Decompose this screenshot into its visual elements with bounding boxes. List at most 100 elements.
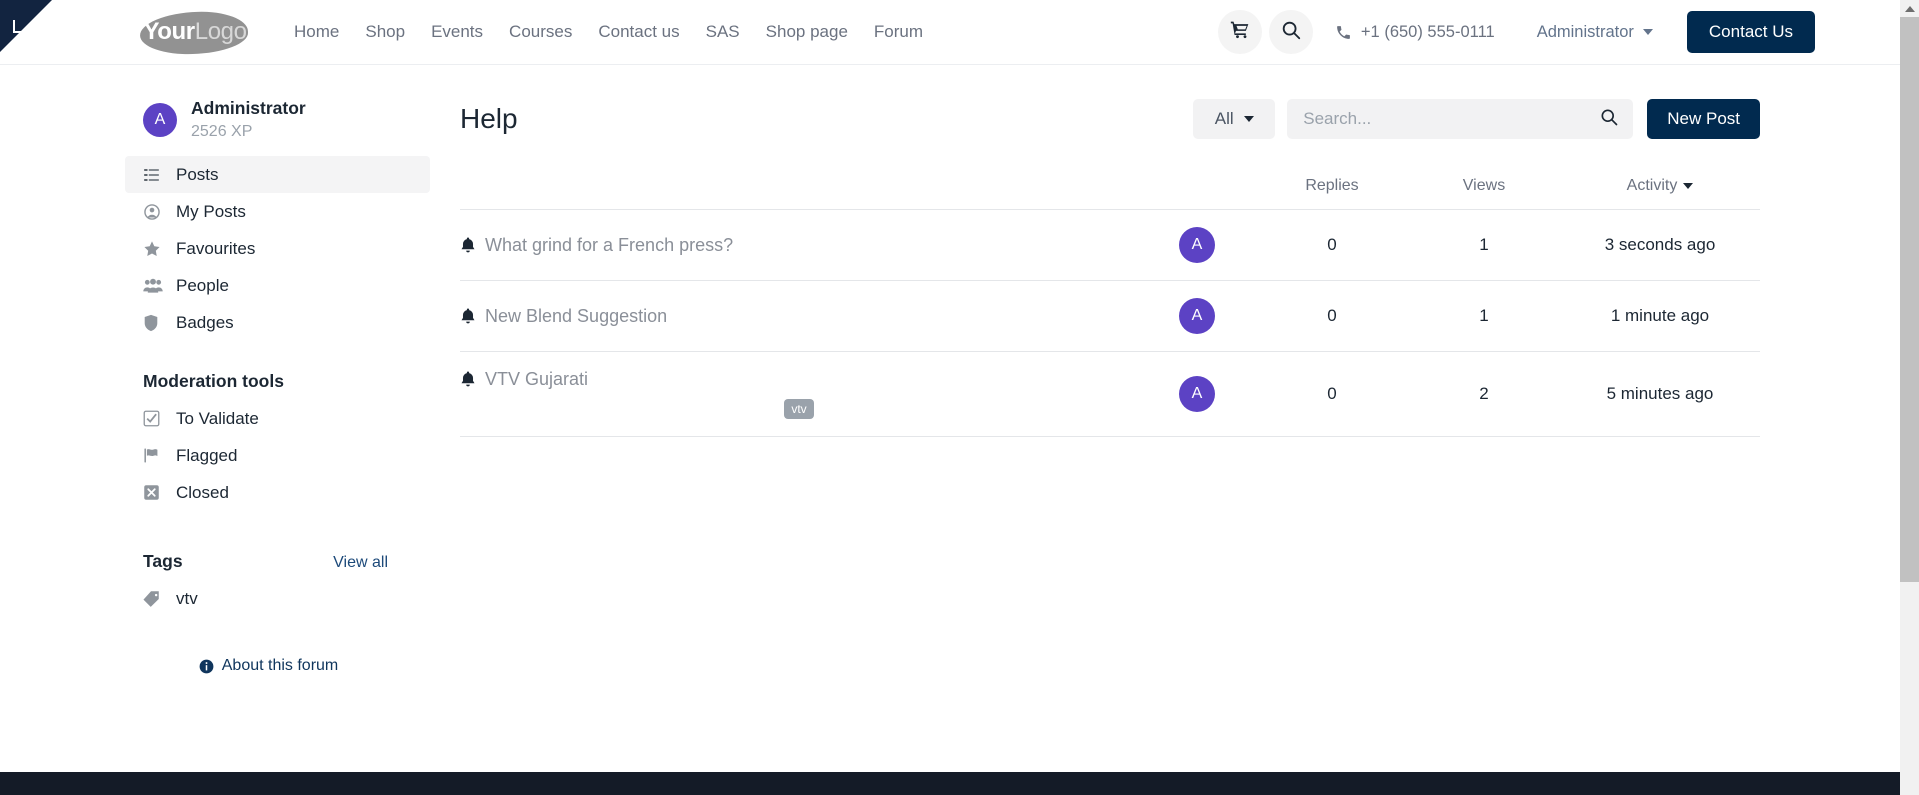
- new-post-button[interactable]: New Post: [1647, 99, 1760, 139]
- sidebar-item-label: Flagged: [176, 445, 238, 465]
- phone-number-text: +1 (650) 555-0111: [1360, 22, 1495, 41]
- post-activity-cell: 5 minutes ago: [1606, 384, 1714, 403]
- post-activity-cell: 3 seconds ago: [1604, 235, 1716, 254]
- table-row[interactable]: VTV Gujarati vtv A 0 2 5 minutes ago: [460, 351, 1760, 437]
- post-title-link[interactable]: New Blend Suggestion: [485, 306, 667, 327]
- site-footer: [0, 772, 1900, 795]
- tags-heading: Tags: [143, 551, 183, 572]
- sidebar-item-label: My Posts: [176, 201, 246, 221]
- sidebar-item-closed[interactable]: Closed: [125, 474, 430, 511]
- nav-item-sas[interactable]: SAS: [693, 16, 753, 48]
- column-author: [1138, 165, 1256, 210]
- search-icon[interactable]: [1599, 107, 1619, 132]
- user-menu-dropdown[interactable]: Administrator: [1537, 23, 1653, 42]
- sidebar-item-flagged[interactable]: Flagged: [125, 437, 430, 474]
- nav-item-events[interactable]: Events: [418, 16, 496, 48]
- moderation-tools-heading: Moderation tools: [143, 371, 284, 392]
- nav-item-home[interactable]: Home: [281, 16, 352, 48]
- post-title-row: New Blend Suggestion: [460, 306, 1138, 327]
- scrollbar-thumb[interactable]: [1900, 17, 1919, 582]
- nav-item-forum[interactable]: Forum: [861, 16, 936, 48]
- flag-icon: [143, 447, 165, 464]
- contact-us-button[interactable]: Contact Us: [1686, 11, 1815, 53]
- chevron-up-icon: [1904, 5, 1915, 12]
- avatar: A: [1179, 376, 1215, 412]
- sidebar-item-people[interactable]: People: [125, 267, 430, 304]
- header-search-button[interactable]: [1268, 10, 1313, 54]
- about-this-forum-label: About this forum: [221, 657, 339, 675]
- post-activity-cell: 1 minute ago: [1610, 306, 1710, 325]
- chevron-down-icon: [1642, 29, 1653, 35]
- browser-viewport: YourLogo Home Shop Events Courses Contac…: [0, 0, 1919, 795]
- table-row[interactable]: What grind for a French press? A 0 1 3 s…: [460, 209, 1760, 281]
- post-views-cell: 1: [1479, 306, 1489, 325]
- post-author-cell: A: [1138, 352, 1256, 437]
- sidebar-user-card[interactable]: A Administrator 2526 XP: [125, 87, 430, 156]
- sidebar-item-badges[interactable]: Badges: [125, 304, 430, 341]
- user-menu-label: Administrator: [1536, 22, 1634, 41]
- sidebar-user-name: Administrator: [191, 98, 306, 118]
- post-views-cell: 1: [1479, 235, 1489, 254]
- post-views-cell: 2: [1479, 384, 1489, 403]
- toolbar-controls: All New Post: [1193, 99, 1760, 139]
- sidebar-tag-vtv[interactable]: vtv: [125, 580, 430, 617]
- sidebar-item-to-validate[interactable]: To Validate: [125, 400, 430, 437]
- sidebar-item-my-posts[interactable]: My Posts: [125, 193, 430, 230]
- post-author-cell: A: [1138, 281, 1256, 352]
- sidebar-item-label: Closed: [176, 482, 229, 502]
- logo-text-bold: Your: [143, 18, 195, 45]
- column-replies: Replies: [1305, 177, 1359, 194]
- cart-button[interactable]: [1217, 10, 1262, 54]
- bell-icon: [460, 307, 476, 325]
- corner-mark-icon: [13, 20, 26, 33]
- nav-item-courses[interactable]: Courses: [496, 16, 585, 48]
- star-icon: [143, 240, 165, 258]
- post-replies-cell: 0: [1327, 384, 1337, 403]
- filter-dropdown[interactable]: All: [1193, 99, 1276, 139]
- post-title-cell: VTV Gujarati vtv: [460, 352, 1138, 437]
- post-title-row: VTV Gujarati: [460, 369, 1138, 390]
- post-title-link[interactable]: VTV Gujarati: [485, 369, 588, 390]
- nav-item-shop-page[interactable]: Shop page: [753, 16, 861, 48]
- search-icon: [1280, 19, 1302, 46]
- vertical-scrollbar[interactable]: [1900, 0, 1919, 795]
- nav-item-shop[interactable]: Shop: [352, 16, 418, 48]
- sidebar-item-favourites[interactable]: Favourites: [125, 230, 430, 267]
- search-box[interactable]: [1287, 99, 1634, 139]
- column-activity[interactable]: Activity: [1560, 165, 1760, 210]
- post-title-cell: What grind for a French press?: [460, 210, 1138, 281]
- phone-icon: [1335, 24, 1352, 41]
- site-logo[interactable]: YourLogo: [139, 8, 250, 56]
- search-input[interactable]: [1303, 109, 1600, 129]
- column-title: [460, 165, 1138, 210]
- list-icon: [143, 167, 165, 183]
- scroll-up-button[interactable]: [1900, 0, 1919, 17]
- table-row[interactable]: New Blend Suggestion A 0 1 1 minute ago: [460, 280, 1760, 352]
- avatar: A: [1179, 227, 1215, 263]
- user-circle-icon: [143, 203, 165, 221]
- bell-icon: [460, 371, 476, 388]
- post-title-link[interactable]: What grind for a French press?: [485, 235, 733, 256]
- tags-view-all-link[interactable]: View all: [333, 554, 388, 572]
- page-content: A Administrator 2526 XP Posts My Posts F…: [0, 65, 1900, 772]
- sidebar-nav-list: Posts My Posts Favourites People Badges: [125, 156, 430, 341]
- forum-sidebar: A Administrator 2526 XP Posts My Posts F…: [0, 87, 430, 772]
- table-header-row: Replies Views Activity: [460, 165, 1760, 210]
- site-header: YourLogo Home Shop Events Courses Contac…: [0, 0, 1900, 65]
- header-actions: +1 (650) 555-0111 Administrator Contact …: [1217, 10, 1900, 54]
- bell-icon: [460, 236, 476, 254]
- tags-list: vtv: [125, 580, 430, 617]
- column-activity-label: Activity: [1626, 177, 1678, 194]
- check-square-icon: [143, 410, 165, 427]
- avatar: A: [1179, 298, 1215, 334]
- chevron-down-icon: [1243, 116, 1254, 122]
- posts-table-body: What grind for a French press? A 0 1 3 s…: [460, 209, 1760, 437]
- shopping-cart-icon: [1230, 20, 1250, 45]
- phone-number[interactable]: +1 (650) 555-0111: [1335, 23, 1495, 42]
- sidebar-item-label: To Validate: [176, 408, 259, 428]
- corner-ribbon: [0, 0, 52, 52]
- sidebar-item-posts[interactable]: Posts: [125, 156, 430, 194]
- post-tag-badge[interactable]: vtv: [784, 399, 814, 419]
- nav-item-contact-us[interactable]: Contact us: [585, 16, 692, 48]
- about-this-forum-link[interactable]: About this forum: [125, 657, 430, 675]
